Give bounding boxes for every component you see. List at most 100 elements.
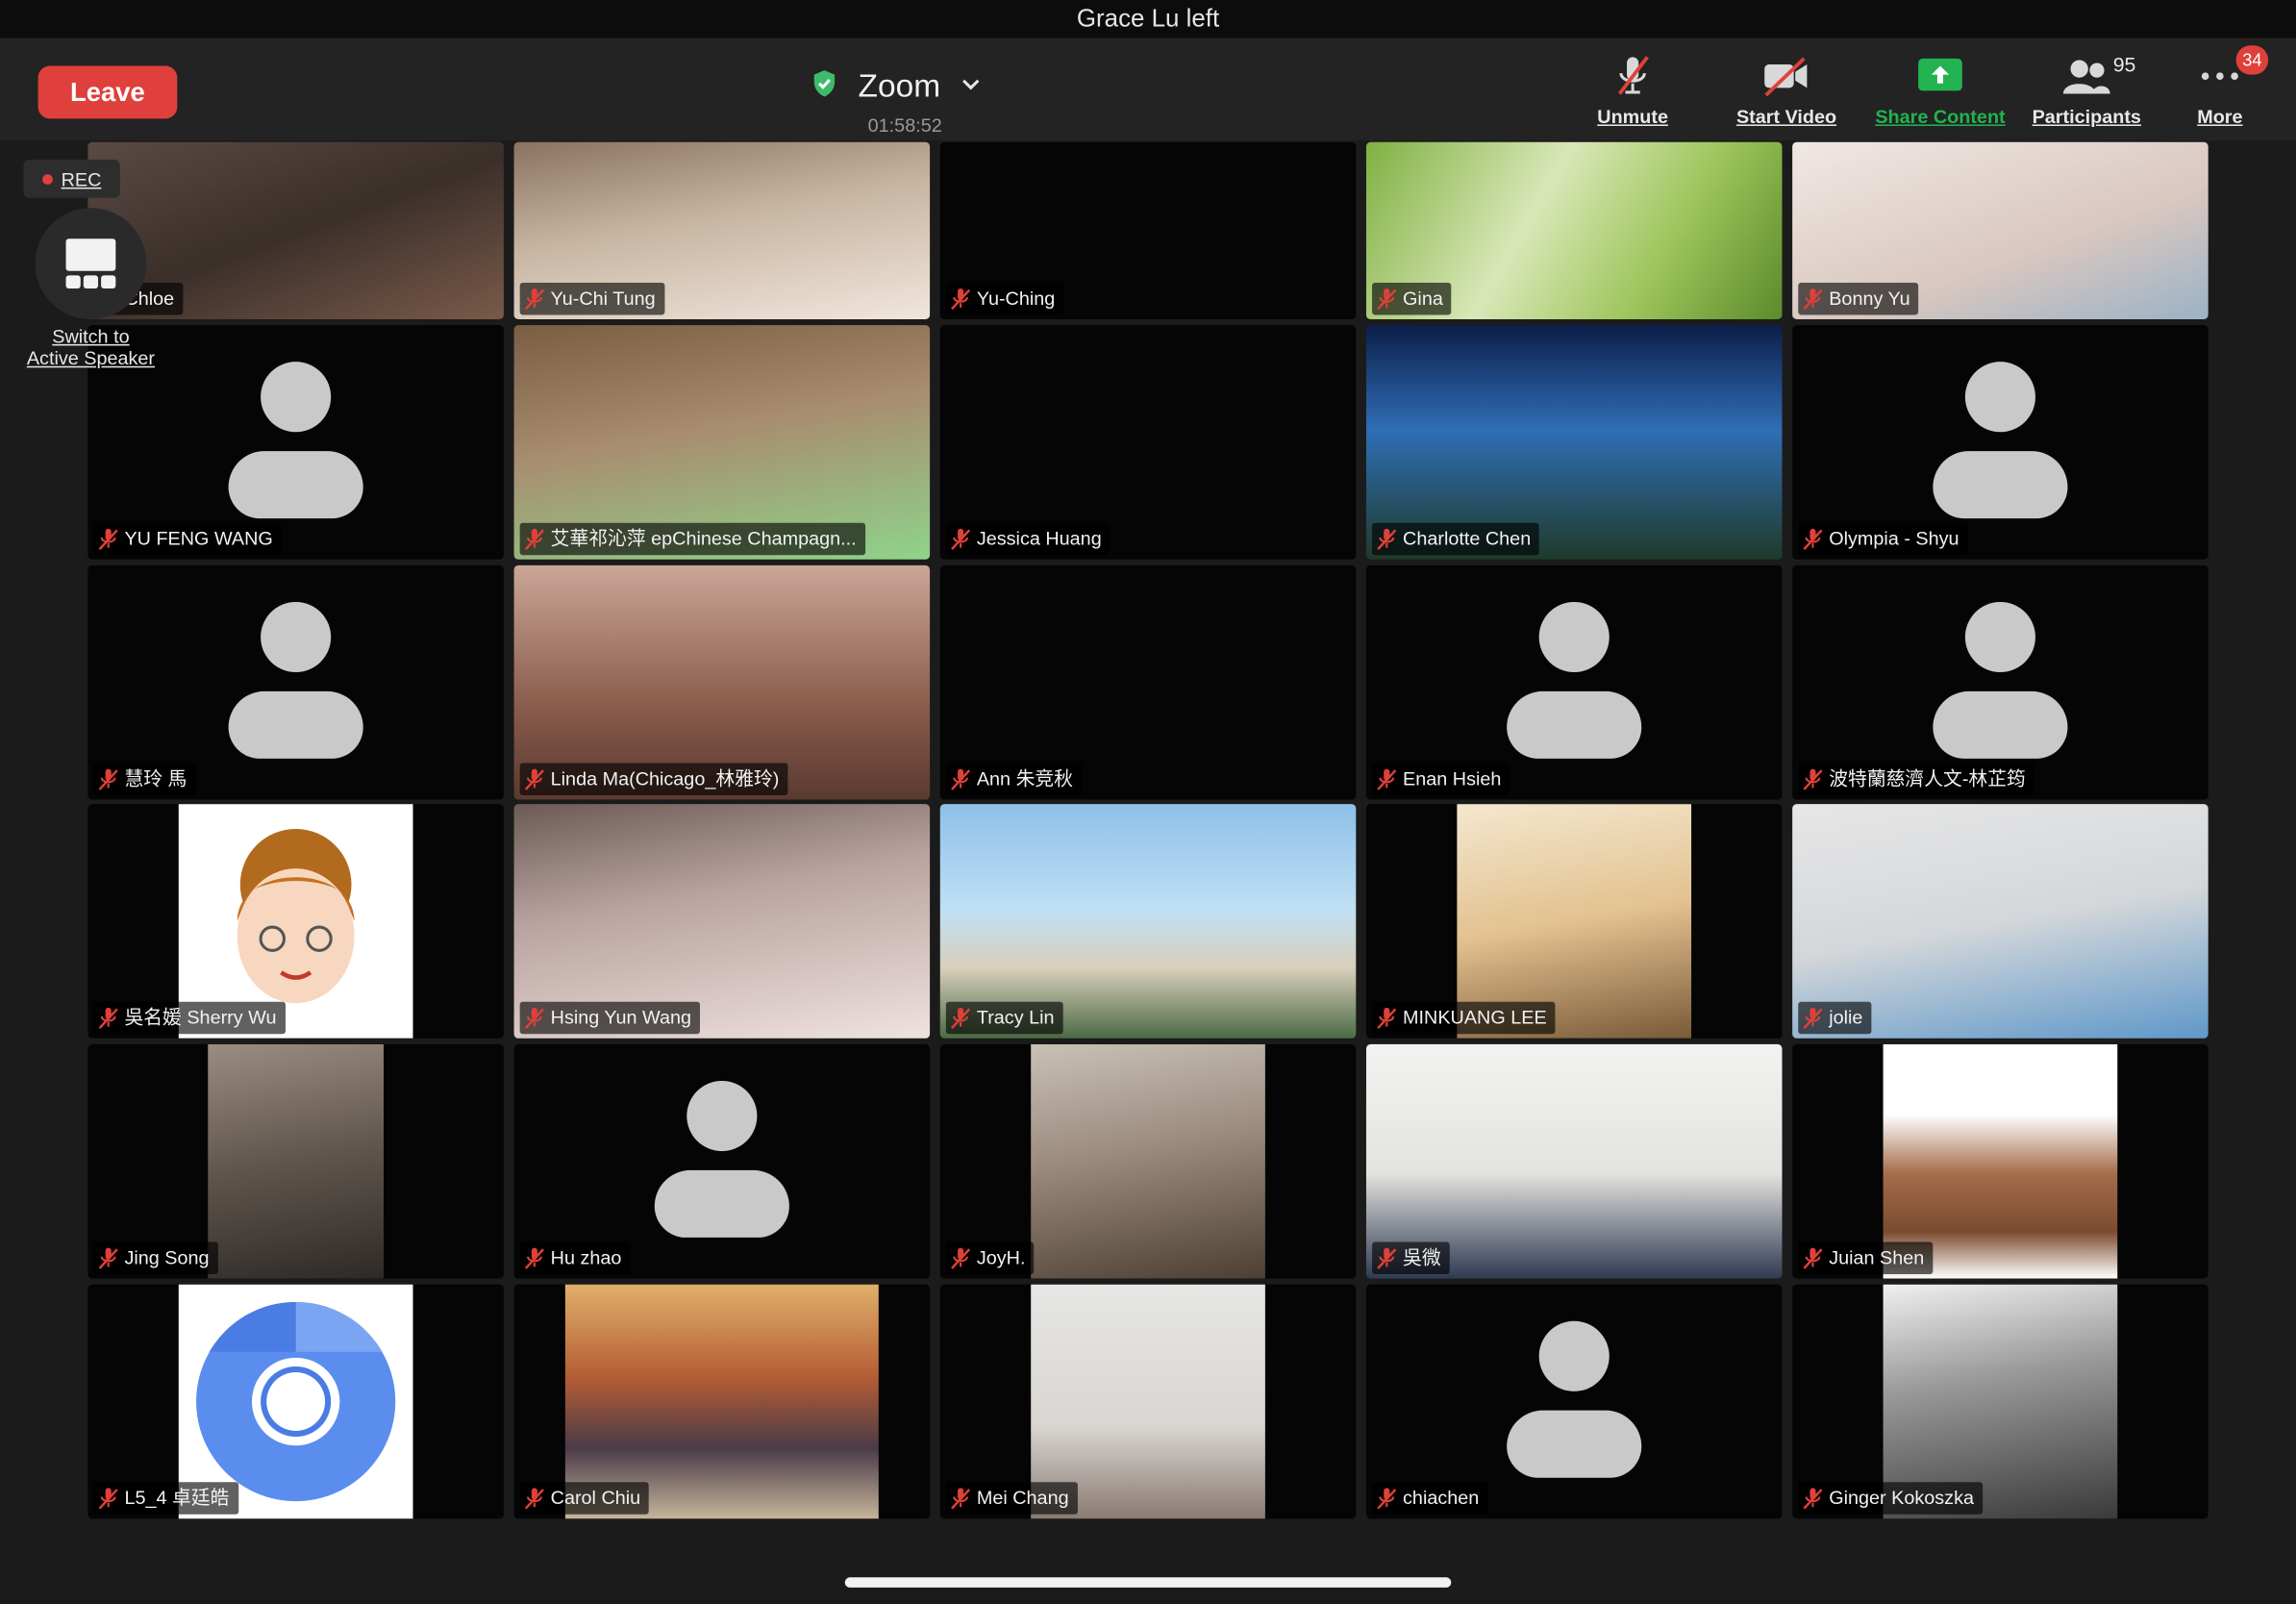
participant-tile-olympia-shyu[interactable]: Olympia - Shyu <box>1792 325 2209 560</box>
default-avatar-body-icon <box>1933 690 2068 759</box>
microphone-muted-icon <box>1803 288 1823 311</box>
microphone-muted-icon <box>951 768 971 790</box>
start-video-button[interactable]: Start Video <box>1728 53 1845 138</box>
participant-tile-jing-song[interactable]: Jing Song <box>87 1043 504 1279</box>
participant-tile-mei-chang[interactable]: Mei Chang <box>939 1284 1357 1519</box>
participant-tile-chiachen[interactable]: chiachen <box>1365 1284 1783 1519</box>
microphone-muted-icon <box>1377 1247 1397 1269</box>
meeting-toolbar: Leave Zoom 01:58:52 Unmute Start Video S… <box>0 38 2296 141</box>
microphone-muted-icon <box>524 1007 544 1029</box>
participant-tile-juian-shen[interactable]: Juian Shen <box>1792 1043 2209 1279</box>
participant-tile-enan-hsieh[interactable]: Enan Hsieh <box>1365 564 1783 800</box>
participant-name-tag: Jessica Huang <box>945 522 1111 556</box>
recording-indicator[interactable]: REC <box>23 160 120 198</box>
participant-name-tag: Mei Chang <box>945 1482 1078 1515</box>
participant-name-tag: chiachen <box>1372 1482 1488 1515</box>
microphone-muted-icon <box>524 768 544 790</box>
microphone-muted-icon <box>98 1247 118 1269</box>
share-content-button[interactable]: Share Content <box>1868 53 2011 138</box>
microphone-muted-icon <box>1377 1007 1397 1029</box>
chevron-down-icon <box>961 73 981 99</box>
participant-tile-yu-ching[interactable]: YYu-Ching <box>939 141 1357 320</box>
participant-tile-jolie[interactable]: jolie <box>1792 804 2209 1039</box>
participant-tile-ann[interactable]: Ann 朱竞秋 <box>939 564 1357 800</box>
recording-label: REC <box>61 167 102 190</box>
microphone-muted-icon <box>951 528 971 550</box>
microphone-muted-icon <box>951 1488 971 1510</box>
participant-name: Ginger Kokoszka <box>1829 1486 1975 1509</box>
participant-picture <box>208 1043 385 1279</box>
microphone-muted-icon <box>524 288 544 311</box>
video-camera-off-icon <box>1728 53 1845 100</box>
microphone-muted-icon <box>98 1488 118 1510</box>
microphone-muted-icon <box>1803 768 1823 790</box>
participant-tile-hsing-yun-wang[interactable]: Hsing Yun Wang <box>513 804 931 1039</box>
participant-tile-gina[interactable]: Gina <box>1365 141 1783 320</box>
unmute-button[interactable]: Unmute <box>1590 53 1675 138</box>
participant-name: L5_4 卓廷皓 <box>124 1486 230 1509</box>
participant-name-tag: Linda Ma(Chicago_林雅玲) <box>519 763 788 795</box>
participant-tile-jessica-huang[interactable]: 心開運就來have the powerthe world!Jessica Hua… <box>939 325 1357 560</box>
leave-button[interactable]: Leave <box>37 65 178 119</box>
participant-tile-linda-ma-chicago[interactable]: Linda Ma(Chicago_林雅玲) <box>513 564 931 800</box>
participant-name-tag: Charlotte Chen <box>1372 522 1540 556</box>
microphone-muted-icon <box>1377 1488 1397 1510</box>
participant-tile-hu-zhao[interactable]: Hu zhao <box>513 1043 931 1279</box>
default-avatar-icon <box>686 1080 758 1152</box>
participant-tile-joyh[interactable]: JoyH. <box>939 1043 1357 1279</box>
participant-tile-tracy-lin[interactable]: Tracy Lin <box>939 804 1357 1039</box>
microphone-muted-icon <box>951 288 971 311</box>
participant-tile-carol-chiu[interactable]: Carol Chiu <box>513 1284 931 1519</box>
participant-tile-yu-chi-tung[interactable]: Yu-Chi Tung <box>513 141 931 320</box>
participant-name: MINKUANG LEE <box>1403 1006 1547 1029</box>
participant-name: Mei Chang <box>976 1486 1069 1509</box>
participant-tile-ginger-kokoszka[interactable]: Ginger Kokoszka <box>1792 1284 2209 1519</box>
microphone-muted-icon <box>1803 528 1823 550</box>
active-speaker-layout-icon <box>35 208 147 320</box>
participant-name-tag: Tracy Lin <box>945 1001 1063 1035</box>
participant-name-tag: Gina <box>1372 282 1453 315</box>
notification-badge: 34 <box>2235 45 2269 75</box>
participant-tile-charlotte-chen[interactable]: Charlotte Chen <box>1365 325 1783 560</box>
participant-name: Carol Chiu <box>550 1486 641 1509</box>
microphone-muted-icon <box>98 768 118 790</box>
meeting-info-button[interactable]: Zoom <box>811 64 982 109</box>
participant-name-tag: 吳名媛 Sherry Wu <box>93 1001 286 1035</box>
default-avatar-icon <box>1538 601 1610 673</box>
default-avatar-body-icon <box>1933 451 2068 519</box>
default-avatar-icon <box>1964 362 2035 433</box>
unmute-label: Unmute <box>1597 105 1668 128</box>
participant-name-tag: Juian Shen <box>1798 1241 1934 1275</box>
participant-name: Hsing Yun Wang <box>550 1006 692 1029</box>
microphone-muted-icon <box>1377 288 1397 311</box>
meeting-title: Zoom <box>858 67 941 105</box>
home-indicator-bar[interactable] <box>844 1577 1452 1588</box>
participant-tile-l5-4[interactable]: L5_4 卓廷皓 <box>87 1284 504 1519</box>
participant-name: Charlotte Chen <box>1403 527 1532 550</box>
microphone-muted-icon <box>1803 1007 1823 1029</box>
microphone-muted-icon <box>951 1247 971 1269</box>
participant-tile-epchinese-champagn[interactable]: 艾華祁沁萍 epChinese Champagn... <box>513 325 931 560</box>
microphone-muted-icon <box>98 1007 118 1029</box>
microphone-muted-icon <box>1590 53 1675 100</box>
participant-tile-p10[interactable]: 慧玲 馬 <box>87 564 504 800</box>
participant-tile-bonny-yu[interactable]: Bonny Yu <box>1792 141 2209 320</box>
default-avatar-icon <box>1538 1320 1610 1391</box>
default-avatar-icon <box>1964 601 2035 673</box>
participant-name: Yu-Ching <box>976 287 1056 310</box>
participant-picture <box>1031 1043 1265 1279</box>
microphone-muted-icon <box>1377 768 1397 790</box>
switch-to-active-speaker-button[interactable]: Switch to Active Speaker <box>20 208 161 376</box>
participant-name: Bonny Yu <box>1829 287 1910 310</box>
microphone-muted-icon <box>524 1488 544 1510</box>
participant-tile-p23[interactable]: 吳微 <box>1365 1043 1783 1279</box>
participant-name-tag: 波特蘭慈濟人文-林芷筠 <box>1798 763 2034 795</box>
participant-name: JoyH. <box>976 1246 1026 1268</box>
participant-name: chiachen <box>1403 1486 1480 1509</box>
participant-name-tag: MINKUANG LEE <box>1372 1001 1556 1035</box>
participant-tile-p14[interactable]: 波特蘭慈濟人文-林芷筠 <box>1792 564 2209 800</box>
participant-tile-minkuang-lee[interactable]: MINKUANG LEE <box>1365 804 1783 1039</box>
default-avatar-body-icon <box>1507 1410 1642 1478</box>
participant-tile-sherry-wu[interactable]: 吳名媛 Sherry Wu <box>87 804 504 1039</box>
participant-name-tag: 吳微 <box>1372 1241 1450 1275</box>
